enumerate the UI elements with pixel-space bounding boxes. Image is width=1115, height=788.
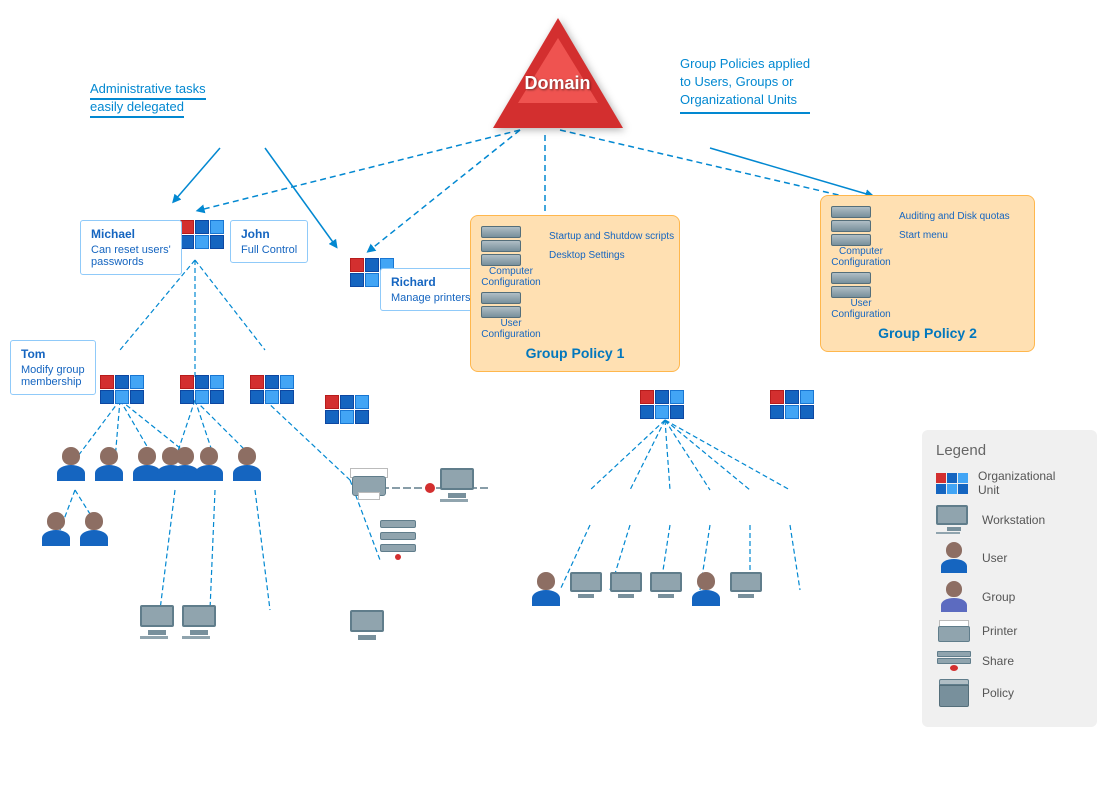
user-icon: [40, 510, 72, 546]
ou-sub2: [180, 375, 224, 404]
ou-sub1: [100, 375, 144, 404]
user-icon: [530, 570, 562, 606]
legend-box: Legend OrganizationalUnit Workstation Us…: [922, 430, 1097, 727]
workstation-icon: [650, 572, 682, 606]
delegate-michael: Michael Can reset users' passwords: [80, 220, 182, 275]
ou-right-top: [770, 390, 814, 419]
workstation-icon: [140, 605, 174, 639]
domain-label: Domain: [524, 73, 590, 94]
ou-left-top: [180, 220, 224, 249]
user-config-icon: [481, 292, 541, 318]
legend-policy: Policy: [936, 679, 1083, 707]
user-icon: [155, 445, 187, 481]
legend-ou: OrganizationalUnit: [936, 469, 1083, 497]
printer-icon: [350, 468, 388, 504]
legend-group-icon: [936, 581, 972, 612]
ou-right-mid: [640, 390, 684, 419]
users-bottom-right: [530, 570, 762, 606]
ou-printer-area: [325, 395, 369, 424]
user-icon: [690, 570, 722, 606]
user-group-row2: [40, 510, 110, 546]
workstation-mid: [440, 468, 474, 502]
share-container: [380, 520, 416, 560]
user-group-row3: [155, 445, 263, 481]
workstation-icon: [570, 572, 602, 606]
workstation-icon: [610, 572, 642, 606]
printer-container: [350, 468, 388, 504]
legend-user-icon: [936, 542, 972, 573]
right-annotation: Group Policies applied to Users, Groups …: [680, 55, 810, 114]
user-icon: [55, 445, 87, 481]
legend-share: Share: [936, 650, 1083, 671]
share-icon: [380, 520, 416, 552]
delegate-john: John Full Control: [230, 220, 308, 263]
gp2-box: Computer Configuration User Configuratio…: [820, 195, 1035, 352]
legend-workstation-icon: [936, 505, 972, 534]
workstation-icon: [730, 572, 762, 606]
computer-config-icon2: [831, 206, 891, 246]
domain-container: Domain: [478, 18, 638, 128]
legend-workstation: Workstation: [936, 505, 1083, 534]
gp1-box: Computer Configuration User Configuratio…: [470, 215, 680, 372]
workstation-icon: [182, 605, 216, 639]
legend-policy-icon: [936, 679, 972, 707]
workstation-bottom-mid: [350, 610, 384, 640]
user-icon: [78, 510, 110, 546]
computer-config-icon: [481, 226, 541, 266]
user-icon: [93, 445, 125, 481]
legend-printer-icon: [936, 620, 972, 642]
delegate-tom: Tom Modify group membership: [10, 340, 96, 395]
delegate-richard: Richard Manage printers: [380, 268, 482, 311]
legend-ou-icon: [936, 473, 968, 494]
legend-group: Group: [936, 581, 1083, 612]
workstations-bottom-left: [140, 605, 216, 639]
legend-user: User: [936, 542, 1083, 573]
left-annotation: Administrative tasks easily delegated: [90, 80, 206, 116]
legend-printer: Printer: [936, 620, 1083, 642]
legend-share-icon: [936, 650, 972, 671]
ou-sub3: [250, 375, 294, 404]
user-config-icon2: [831, 272, 891, 298]
user-icon: [193, 445, 225, 481]
user-icon: [231, 445, 263, 481]
